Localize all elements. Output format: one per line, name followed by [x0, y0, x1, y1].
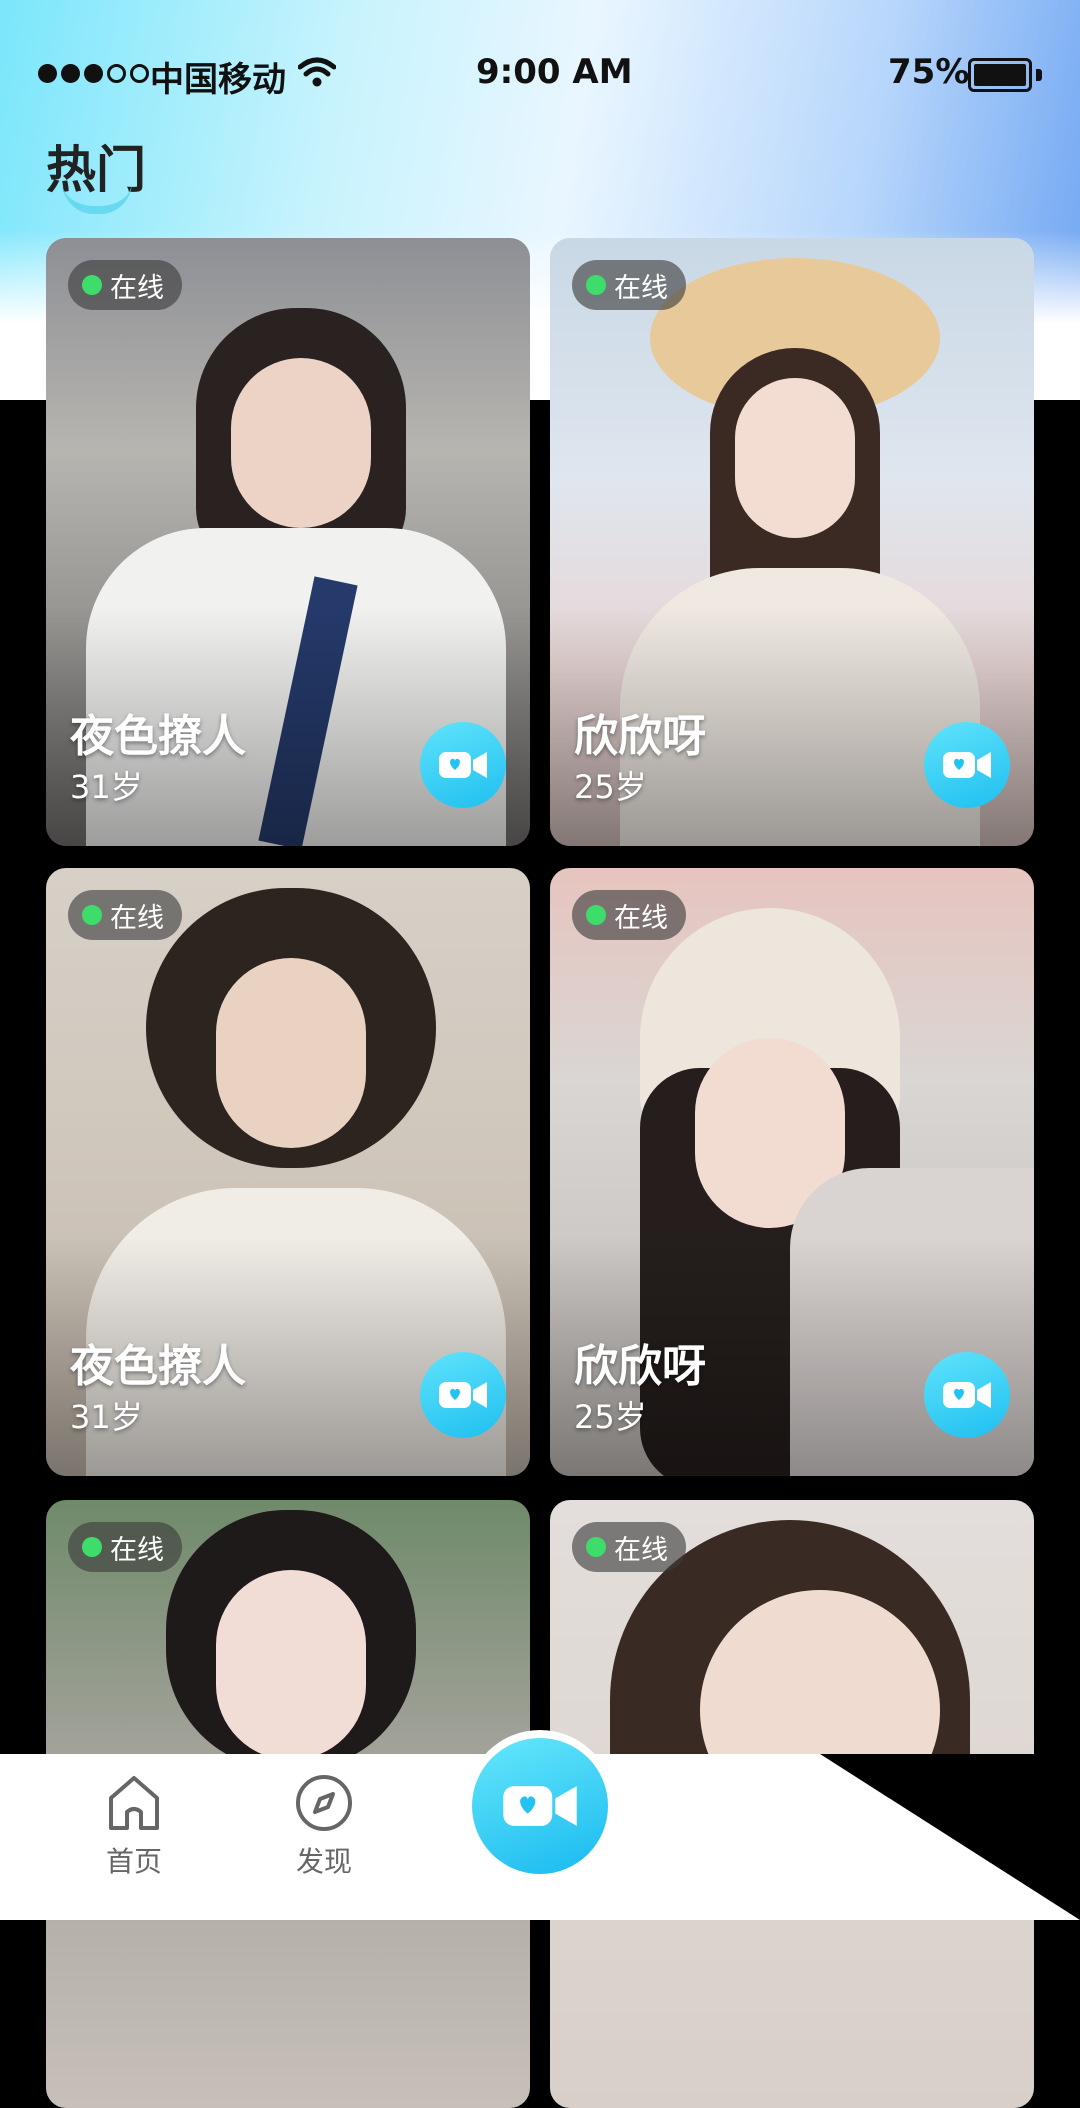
- tab-discover-label: 发现: [295, 1845, 352, 1878]
- online-badge: 在线: [68, 1522, 182, 1572]
- user-card[interactable]: 在线 夜色撩人 31岁: [46, 868, 530, 1476]
- video-call-icon: [439, 1382, 487, 1408]
- user-card[interactable]: 在线 欣欣呀 25岁: [550, 868, 1034, 1476]
- video-call-button[interactable]: [420, 1352, 506, 1438]
- online-badge: 在线: [572, 1522, 686, 1572]
- online-dot: [82, 905, 102, 925]
- video-call-icon: [943, 752, 991, 778]
- online-dot: [82, 275, 102, 295]
- user-card[interactable]: 在线 欣欣呀 25岁: [550, 238, 1034, 846]
- online-dot: [586, 905, 606, 925]
- online-dot: [82, 1537, 102, 1557]
- compass-icon: [296, 1775, 352, 1831]
- status-time: 9:00 AM: [476, 52, 633, 92]
- user-age: 31岁: [70, 768, 143, 806]
- online-badge: 在线: [572, 260, 686, 310]
- video-match-button[interactable]: [472, 1738, 608, 1874]
- user-name: 夜色撩人: [70, 711, 246, 762]
- user-name: 夜色撩人: [70, 1341, 246, 1392]
- tab-discover[interactable]: 发现: [264, 1772, 384, 1880]
- wifi-icon: [298, 57, 336, 87]
- video-call-icon: [503, 1786, 577, 1826]
- user-age: 25岁: [574, 1398, 647, 1436]
- online-dot: [586, 275, 606, 295]
- tab-home-label: 首页: [105, 1845, 162, 1878]
- video-call-button[interactable]: [420, 722, 506, 808]
- video-call-button[interactable]: [924, 1352, 1010, 1438]
- tab-home[interactable]: 首页: [74, 1772, 194, 1880]
- battery-percent: 75%: [888, 52, 970, 92]
- online-badge: 在线: [68, 260, 182, 310]
- battery-icon: [968, 58, 1042, 92]
- signal-strength-icon: [38, 64, 149, 83]
- status-bar: 中国移动 9:00 AM 75%: [0, 48, 1080, 104]
- carrier-name: 中国移动: [150, 60, 286, 100]
- video-call-button[interactable]: [924, 722, 1010, 808]
- user-card[interactable]: 在线 夜色撩人 31岁: [46, 238, 530, 846]
- video-call-icon: [439, 752, 487, 778]
- user-name: 欣欣呀: [574, 1341, 706, 1392]
- online-badge: 在线: [572, 890, 686, 940]
- user-age: 25岁: [574, 768, 647, 806]
- home-icon: [109, 1776, 159, 1830]
- user-age: 31岁: [70, 1398, 143, 1436]
- user-name: 欣欣呀: [574, 711, 706, 762]
- online-badge: 在线: [68, 890, 182, 940]
- online-dot: [586, 1537, 606, 1557]
- video-call-icon: [943, 1382, 991, 1408]
- corner-decoration: [760, 1754, 1080, 1920]
